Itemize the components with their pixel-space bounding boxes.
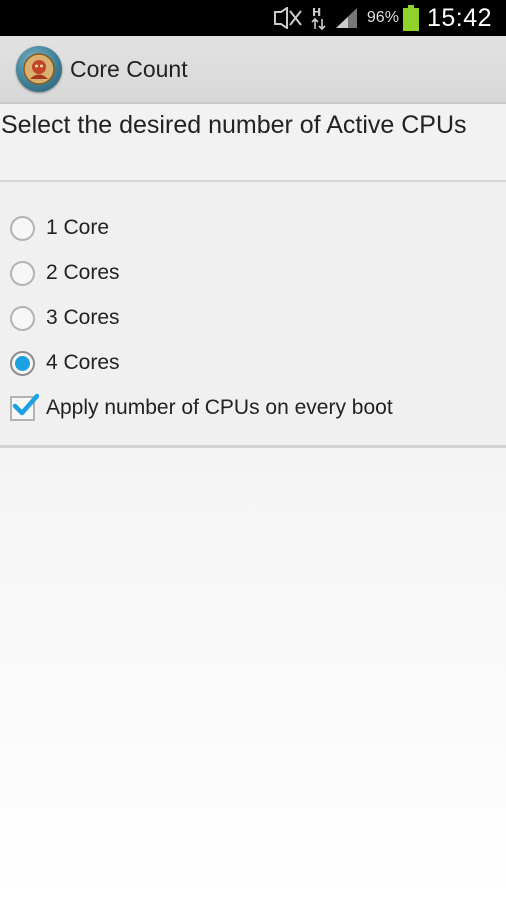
radio-label: 2 Cores bbox=[46, 261, 120, 284]
signal-icon bbox=[335, 7, 359, 29]
svg-text:H: H bbox=[312, 6, 321, 19]
battery-icon bbox=[402, 5, 419, 31]
clock: 15:42 bbox=[426, 3, 492, 32]
cpu-prompt-text: Select the desired number of Active CPUs bbox=[1, 111, 467, 139]
radio-label: 4 Cores bbox=[46, 351, 120, 374]
core-options-group: 1 Core 2 Cores 3 Cores 4 Cores Apply num… bbox=[0, 184, 506, 448]
radio-button[interactable] bbox=[10, 260, 35, 286]
radio-option-2-cores[interactable]: 2 Cores bbox=[10, 256, 120, 290]
radio-button-selected[interactable] bbox=[10, 350, 35, 376]
app-logo-icon[interactable] bbox=[16, 46, 62, 92]
radio-button[interactable] bbox=[10, 215, 35, 241]
radio-label: 1 Core bbox=[46, 216, 110, 239]
status-bar: H 96% 15:42 bbox=[0, 0, 506, 36]
radio-option-4-cores[interactable]: 4 Cores bbox=[10, 346, 120, 380]
mute-icon bbox=[273, 7, 303, 29]
app-title: Core Count bbox=[70, 55, 188, 82]
radio-option-1-core[interactable]: 1 Core bbox=[10, 211, 109, 245]
apply-on-boot-checkbox-row[interactable]: Apply number of CPUs on every boot bbox=[10, 391, 393, 425]
radio-option-3-cores[interactable]: 3 Cores bbox=[10, 301, 120, 335]
action-bar: Core Count bbox=[0, 36, 506, 104]
section-header: Select the desired number of Active CPUs bbox=[0, 104, 506, 182]
checkbox-label: Apply number of CPUs on every boot bbox=[46, 396, 393, 419]
checkmark-icon bbox=[12, 393, 39, 415]
radio-label: 3 Cores bbox=[46, 306, 120, 329]
apply-on-boot-checkbox[interactable] bbox=[10, 393, 39, 421]
radio-button[interactable] bbox=[10, 305, 35, 331]
battery-percentage: 96% bbox=[366, 9, 399, 26]
data-transfer-icon: H bbox=[311, 5, 327, 31]
